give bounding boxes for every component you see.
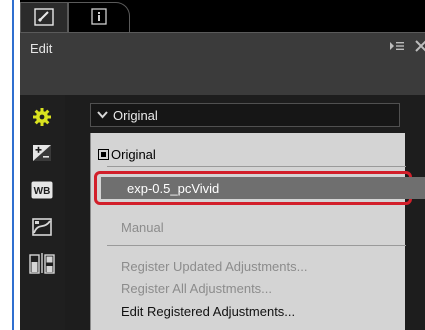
checked-icon bbox=[98, 148, 109, 160]
menu-item-manual: Manual bbox=[91, 216, 406, 238]
chevron-down-icon[interactable] bbox=[91, 108, 113, 122]
gear-icon bbox=[32, 107, 52, 130]
menu-item-exp-preset[interactable]: exp-0.5_pcVivid bbox=[101, 177, 425, 199]
adjustment-sidebar: WB bbox=[20, 95, 65, 330]
tab-edit[interactable] bbox=[20, 2, 68, 33]
menu-item-register-updated-label: Register Updated Adjustments... bbox=[121, 258, 308, 274]
white-balance-icon: WB bbox=[31, 181, 53, 202]
menu-item-manual-label: Manual bbox=[121, 219, 164, 235]
preset-select-value: Original bbox=[113, 107, 158, 123]
menu-separator bbox=[107, 245, 406, 246]
preset-dropdown-menu: Original exp-0.5_pcVivid Manual Register… bbox=[90, 133, 425, 330]
panel-header-icons bbox=[389, 39, 425, 56]
info-icon bbox=[91, 8, 107, 28]
sidebar-item-white-balance[interactable]: WB bbox=[28, 179, 56, 203]
app-window: Edit WB Original Original exp-0.5_pcVivi… bbox=[20, 0, 425, 330]
sidebar-item-before-after[interactable] bbox=[28, 252, 56, 276]
close-icon[interactable] bbox=[415, 39, 425, 56]
sidebar-item-exposure[interactable] bbox=[28, 142, 56, 166]
tone-curve-icon bbox=[32, 217, 52, 239]
menu-item-exp-preset-label: exp-0.5_pcVivid bbox=[127, 180, 220, 196]
menu-item-edit-registered[interactable]: Edit Registered Adjustments... bbox=[91, 300, 406, 322]
exposure-plus-minus-icon bbox=[32, 144, 52, 165]
menu-item-original-label: Original bbox=[111, 146, 156, 162]
sidebar-item-gear[interactable] bbox=[28, 106, 56, 130]
panel-header: Edit bbox=[20, 33, 425, 95]
page-left-rule bbox=[12, 0, 14, 330]
tab-info[interactable] bbox=[68, 2, 130, 33]
menu-separator bbox=[107, 166, 406, 167]
menu-item-original[interactable]: Original bbox=[91, 143, 406, 165]
panel-title: Edit bbox=[30, 41, 53, 56]
before-after-icon bbox=[29, 252, 55, 277]
menu-item-edit-registered-label: Edit Registered Adjustments... bbox=[121, 303, 296, 319]
edit-pencil-icon bbox=[34, 7, 54, 29]
panel-menu-icon[interactable] bbox=[389, 39, 415, 56]
sidebar-item-tone-curve[interactable] bbox=[28, 216, 56, 240]
highlighted-item-frame: exp-0.5_pcVivid bbox=[94, 171, 425, 205]
white-balance-label: WB bbox=[34, 186, 51, 197]
preset-select[interactable]: Original bbox=[90, 103, 400, 127]
menu-item-register-all-label: Register All Adjustments... bbox=[121, 280, 273, 296]
menu-item-register-updated: Register Updated Adjustments... bbox=[91, 255, 406, 277]
menu-item-register-all: Register All Adjustments... bbox=[91, 277, 406, 299]
tab-bar bbox=[20, 0, 425, 33]
